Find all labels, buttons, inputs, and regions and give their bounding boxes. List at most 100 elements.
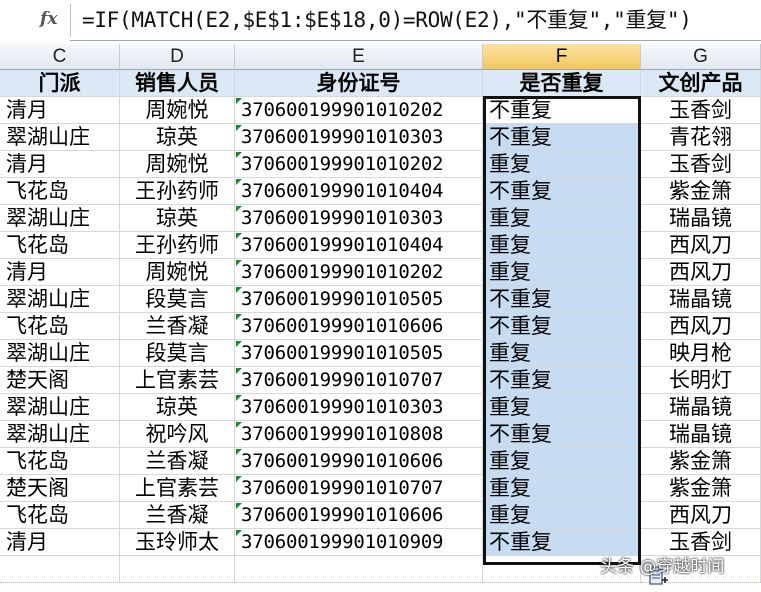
cell-salesperson[interactable]: 祝吟风 — [120, 421, 235, 448]
cell-salesperson[interactable]: 兰香凝 — [120, 502, 235, 529]
cell-sect[interactable]: 翠湖山庄 — [0, 286, 120, 313]
cell-is-duplicate[interactable]: 不重复 — [483, 421, 641, 448]
cell-id-number[interactable]: 370600199901010505 — [235, 340, 483, 367]
cell-product[interactable]: 瑞晶镜 — [641, 205, 761, 232]
cell-sect[interactable]: 飞花岛 — [0, 502, 120, 529]
cell-sect[interactable]: 飞花岛 — [0, 232, 120, 259]
cell-salesperson[interactable]: 上官素芸 — [120, 475, 235, 502]
cell-product[interactable]: 瑞晶镜 — [641, 421, 761, 448]
header-cell-id-number[interactable]: 身份证号 — [235, 70, 483, 97]
cell-id-number[interactable]: 370600199901010202 — [235, 259, 483, 286]
cell-is-duplicate[interactable]: 重复 — [483, 448, 641, 475]
formula-input[interactable]: =IF(MATCH(E2,$E$1:$E$18,0)=ROW(E2),"不重复"… — [82, 4, 692, 36]
cell-id-number[interactable]: 370600199901010606 — [235, 313, 483, 340]
cell-salesperson[interactable]: 兰香凝 — [120, 313, 235, 340]
cell-salesperson[interactable]: 段莫言 — [120, 286, 235, 313]
cell-id-number[interactable]: 370600199901010909 — [235, 529, 483, 556]
cell-id-number[interactable]: 370600199901010404 — [235, 178, 483, 205]
cell-sect[interactable]: 翠湖山庄 — [0, 205, 120, 232]
cell-is-duplicate[interactable]: 不重复 — [483, 178, 641, 205]
cell-sect[interactable]: 清月 — [0, 259, 120, 286]
cell-text: 370600199901010606 — [241, 450, 444, 472]
cell-salesperson[interactable]: 上官素芸 — [120, 367, 235, 394]
cell-id-number[interactable]: 370600199901010808 — [235, 421, 483, 448]
header-cell-sect[interactable]: 门派 — [0, 70, 120, 97]
cell-is-duplicate[interactable]: 重复 — [483, 502, 641, 529]
cell-sect[interactable]: 翠湖山庄 — [0, 421, 120, 448]
cell-is-duplicate[interactable]: 重复 — [483, 151, 641, 178]
cell-sect[interactable]: 清月 — [0, 97, 120, 124]
empty-cell[interactable] — [235, 556, 483, 583]
column-header-g[interactable]: G — [641, 44, 761, 70]
cell-is-duplicate[interactable]: 重复 — [483, 259, 641, 286]
cell-product[interactable]: 紫金箫 — [641, 178, 761, 205]
cell-salesperson[interactable]: 段莫言 — [120, 340, 235, 367]
cell-salesperson[interactable]: 王孙药师 — [120, 178, 235, 205]
cell-is-duplicate[interactable]: 重复 — [483, 205, 641, 232]
cell-id-number[interactable]: 370600199901010707 — [235, 475, 483, 502]
cell-id-number[interactable]: 370600199901010606 — [235, 502, 483, 529]
cell-is-duplicate[interactable]: 重复 — [483, 475, 641, 502]
cell-salesperson[interactable]: 琼英 — [120, 394, 235, 421]
cell-salesperson[interactable]: 兰香凝 — [120, 448, 235, 475]
cell-product[interactable]: 映月枪 — [641, 340, 761, 367]
cell-sect[interactable]: 翠湖山庄 — [0, 340, 120, 367]
cell-salesperson[interactable]: 玉玲师太 — [120, 529, 235, 556]
header-cell-salesperson[interactable]: 销售人员 — [120, 70, 235, 97]
cell-id-number[interactable]: 370600199901010202 — [235, 151, 483, 178]
cell-product[interactable]: 紫金箫 — [641, 475, 761, 502]
cell-sect[interactable]: 清月 — [0, 151, 120, 178]
cell-is-duplicate[interactable]: 重复 — [483, 340, 641, 367]
empty-cell[interactable] — [0, 556, 120, 583]
empty-cell[interactable] — [120, 556, 235, 583]
cell-product[interactable]: 长明灯 — [641, 367, 761, 394]
cell-product[interactable]: 西风刀 — [641, 259, 761, 286]
cell-id-number[interactable]: 370600199901010505 — [235, 286, 483, 313]
cell-is-duplicate[interactable]: 重复 — [483, 232, 641, 259]
cell-is-duplicate[interactable]: 不重复 — [483, 124, 641, 151]
cell-id-number[interactable]: 370600199901010303 — [235, 394, 483, 421]
cell-id-number[interactable]: 370600199901010303 — [235, 124, 483, 151]
cell-sect[interactable]: 飞花岛 — [0, 313, 120, 340]
cell-product[interactable]: 紫金箫 — [641, 448, 761, 475]
cell-product[interactable]: 西风刀 — [641, 313, 761, 340]
cell-product[interactable]: 青花翎 — [641, 124, 761, 151]
cell-salesperson[interactable]: 王孙药师 — [120, 232, 235, 259]
cell-is-duplicate[interactable]: 不重复 — [483, 367, 641, 394]
cell-is-duplicate[interactable]: 重复 — [483, 394, 641, 421]
cell-text: 紫金箫 — [669, 476, 732, 500]
cell-sect[interactable]: 翠湖山庄 — [0, 124, 120, 151]
cell-product[interactable]: 西风刀 — [641, 232, 761, 259]
insert-function-icon[interactable]: fx — [40, 9, 57, 29]
cell-sect[interactable]: 清月 — [0, 529, 120, 556]
cell-is-duplicate[interactable]: 不重复 — [483, 286, 641, 313]
cell-product[interactable]: 西风刀 — [641, 502, 761, 529]
cell-id-number[interactable]: 370600199901010303 — [235, 205, 483, 232]
cell-sect[interactable]: 飞花岛 — [0, 448, 120, 475]
cell-is-duplicate[interactable]: 不重复 — [483, 97, 641, 124]
column-header-e[interactable]: E — [235, 44, 483, 70]
cell-id-number[interactable]: 370600199901010202 — [235, 97, 483, 124]
cell-product[interactable]: 玉香剑 — [641, 97, 761, 124]
header-cell-is-duplicate[interactable]: 是否重复 — [483, 70, 641, 97]
cell-id-number[interactable]: 370600199901010707 — [235, 367, 483, 394]
column-header-c[interactable]: C — [0, 44, 120, 70]
column-header-d[interactable]: D — [120, 44, 235, 70]
cell-salesperson[interactable]: 周婉悦 — [120, 151, 235, 178]
header-cell-product[interactable]: 文创产品 — [641, 70, 761, 97]
cell-product[interactable]: 玉香剑 — [641, 151, 761, 178]
cell-salesperson[interactable]: 琼英 — [120, 124, 235, 151]
cell-product[interactable]: 瑞晶镜 — [641, 394, 761, 421]
cell-product[interactable]: 瑞晶镜 — [641, 286, 761, 313]
column-header-f[interactable]: F — [483, 44, 641, 70]
cell-sect[interactable]: 翠湖山庄 — [0, 394, 120, 421]
cell-sect[interactable]: 楚天阁 — [0, 367, 120, 394]
cell-sect[interactable]: 飞花岛 — [0, 178, 120, 205]
cell-is-duplicate[interactable]: 不重复 — [483, 313, 641, 340]
cell-sect[interactable]: 楚天阁 — [0, 475, 120, 502]
cell-salesperson[interactable]: 周婉悦 — [120, 97, 235, 124]
cell-id-number[interactable]: 370600199901010404 — [235, 232, 483, 259]
cell-salesperson[interactable]: 周婉悦 — [120, 259, 235, 286]
cell-salesperson[interactable]: 琼英 — [120, 205, 235, 232]
cell-id-number[interactable]: 370600199901010606 — [235, 448, 483, 475]
